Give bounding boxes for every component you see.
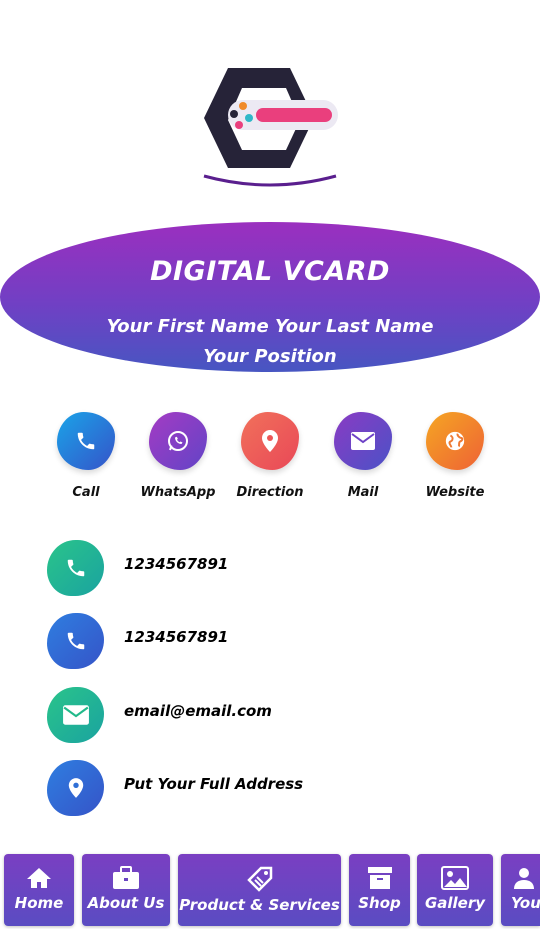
nav-shop-label: Shop	[358, 894, 401, 912]
phone-number-1: 1234567891	[124, 555, 229, 573]
direction-action-button[interactable]: Direction	[225, 412, 315, 500]
nav-product-label: Product & Services	[179, 896, 340, 914]
nav-shop[interactable]: Shop	[349, 854, 410, 926]
email-address: email@email.com	[124, 702, 272, 720]
brand-title: DIGITAL VCARD	[150, 256, 390, 287]
image-icon	[441, 866, 469, 890]
phone-icon	[47, 540, 104, 596]
nav-home[interactable]: Home	[4, 854, 74, 926]
nav-about-us[interactable]: About Us	[82, 854, 170, 926]
phone-number-2: 1234567891	[124, 628, 229, 646]
user-icon	[514, 868, 534, 889]
mail-icon	[334, 412, 392, 470]
map-pin-icon	[241, 412, 299, 470]
briefcase-icon	[113, 866, 139, 889]
phone-icon	[57, 412, 115, 470]
website-action-button[interactable]: Website	[410, 412, 500, 500]
nav-you[interactable]: You	[501, 854, 540, 926]
nav-you-label: You	[511, 894, 540, 912]
mail-action-button[interactable]: Mail	[318, 412, 408, 500]
archive-icon	[367, 867, 392, 889]
tag-icon	[246, 866, 272, 892]
phone-icon	[47, 613, 104, 669]
nav-product-services[interactable]: Product & Services	[178, 854, 341, 926]
job-position: Your Position	[203, 346, 337, 367]
hero-banner: DIGITAL VCARD Your First Name Your Last …	[0, 222, 540, 372]
full-address: Put Your Full Address	[124, 775, 304, 793]
nav-home-label: Home	[14, 894, 64, 912]
full-name: Your First Name Your Last Name	[106, 316, 434, 337]
direction-label: Direction	[236, 485, 304, 500]
nav-gallery-label: Gallery	[424, 894, 486, 912]
globe-icon	[426, 412, 484, 470]
map-pin-icon	[47, 760, 104, 816]
call-action-button[interactable]: Call	[41, 412, 131, 500]
website-label: Website	[425, 485, 485, 500]
brand-logo	[203, 68, 338, 187]
phone-row-2[interactable]: 1234567891	[47, 613, 517, 671]
whatsapp-icon	[149, 412, 207, 470]
call-label: Call	[72, 485, 100, 500]
mail-icon	[47, 687, 104, 743]
nav-gallery[interactable]: Gallery	[417, 854, 493, 926]
phone-row-1[interactable]: 1234567891	[47, 540, 517, 598]
mail-label: Mail	[347, 485, 379, 500]
email-row[interactable]: email@email.com	[47, 687, 517, 745]
whatsapp-label: WhatsApp	[140, 485, 216, 500]
address-row[interactable]: Put Your Full Address	[47, 760, 517, 818]
whatsapp-action-button[interactable]: WhatsApp	[133, 412, 223, 500]
bottom-nav: Home About Us Product & Services Shop Ga…	[0, 854, 540, 926]
home-icon	[27, 868, 51, 888]
nav-about-label: About Us	[87, 894, 165, 912]
